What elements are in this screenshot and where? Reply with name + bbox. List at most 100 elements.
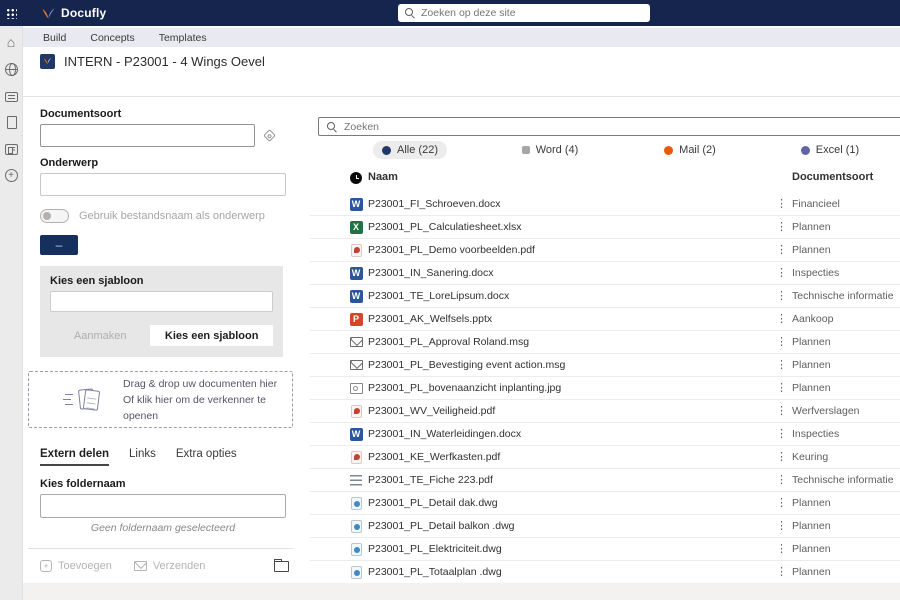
table-row[interactable]: P23001_KE_Werfkasten.pdf ⋮ Keuring [310, 446, 900, 469]
table-row[interactable]: P23001_WV_Veiligheid.pdf ⋮ Werfverslagen [310, 400, 900, 423]
file-name[interactable]: P23001_KE_Werfkasten.pdf [368, 451, 500, 463]
document-icon[interactable] [6, 116, 17, 129]
table-row[interactable]: P23001_PL_Calculatiesheet.xlsx ⋮ Plannen [310, 216, 900, 239]
card-icon[interactable] [4, 92, 18, 102]
table-row[interactable]: P23001_IN_Sanering.docx ⋮ Inspecties [310, 262, 900, 285]
more-options-icon[interactable]: ⋮ [776, 565, 787, 578]
column-header-naam[interactable]: Naam [368, 171, 398, 183]
sjabloon-section: Kies een sjabloon Aanmaken Kies een sjab… [40, 266, 283, 357]
file-name[interactable]: P23001_PL_Elektriciteit.dwg [368, 543, 502, 555]
aanmaken-button[interactable]: Aanmaken [50, 325, 150, 346]
file-name[interactable]: P23001_PL_Bevestiging event action.msg [368, 359, 565, 371]
table-row[interactable]: P23001_TE_LoreLipsum.docx ⋮ Technische i… [310, 285, 900, 308]
more-options-icon[interactable]: ⋮ [776, 197, 787, 210]
folder-icon[interactable] [274, 559, 289, 572]
table-row[interactable]: P23001_PL_Bevestiging event action.msg ⋮… [310, 354, 900, 377]
nav-item-concepts[interactable]: Concepts [90, 32, 134, 44]
nav-bar: Build Concepts Templates [23, 28, 900, 47]
table-row[interactable]: P23001_PL_Detail balkon .dwg ⋮ Plannen [310, 515, 900, 538]
file-name[interactable]: P23001_PL_Detail dak.dwg [368, 497, 498, 509]
filter-pill[interactable]: Excel (1) [792, 141, 868, 159]
word-file-icon [349, 266, 363, 280]
file-name[interactable]: P23001_TE_LoreLipsum.docx [368, 290, 509, 302]
more-options-icon[interactable]: ⋮ [776, 335, 787, 348]
tab-extra-opties[interactable]: Extra opties [176, 448, 237, 466]
app-brand[interactable]: Docufly [41, 6, 106, 20]
table-row[interactable]: P23001_TE_Fiche 223.pdf ⋮ Technische inf… [310, 469, 900, 492]
more-options-icon[interactable]: ⋮ [776, 473, 787, 486]
more-options-icon[interactable]: ⋮ [776, 450, 787, 463]
documents-search-input[interactable] [344, 120, 893, 133]
dash-button[interactable]: – [40, 235, 78, 255]
toevoegen-button[interactable]: Toevoegen [40, 559, 112, 572]
onderwerp-input[interactable] [40, 173, 286, 196]
documentsoort-input[interactable] [40, 124, 255, 147]
document-rows: P23001_FI_Schroeven.docx ⋮ Financieel P2… [310, 193, 900, 583]
tab-links[interactable]: Links [129, 448, 156, 466]
more-options-icon[interactable]: ⋮ [776, 496, 787, 509]
app-launcher-button[interactable] [0, 0, 23, 26]
filter-label: Word (4) [535, 144, 579, 156]
documentsoort-label: Documentsoort [40, 108, 122, 120]
filter-pill[interactable]: Mail (2) [655, 141, 725, 159]
filter-pill[interactable]: Alle (22) [373, 141, 447, 159]
more-options-icon[interactable]: ⋮ [776, 404, 787, 417]
table-row[interactable]: P23001_PL_bovenaanzicht inplanting.jpg ⋮… [310, 377, 900, 400]
table-row[interactable]: P23001_PL_Demo voorbeelden.pdf ⋮ Plannen [310, 239, 900, 262]
kies-sjabloon-button[interactable]: Kies een sjabloon [150, 325, 273, 346]
file-name[interactable]: P23001_PL_Detail balkon .dwg [368, 520, 515, 532]
table-row[interactable]: P23001_AK_Welfsels.pptx ⋮ Aankoop [310, 308, 900, 331]
bestandsnaam-toggle[interactable] [40, 209, 69, 223]
table-row[interactable]: P23001_PL_Approval Roland.msg ⋮ Plannen [310, 331, 900, 354]
more-options-icon[interactable]: ⋮ [776, 542, 787, 555]
tab-extern-delen[interactable]: Extern delen [40, 448, 110, 466]
dropzone[interactable]: Drag & drop uw documenten hier Of klik h… [28, 371, 293, 428]
table-row[interactable]: P23001_FI_Schroeven.docx ⋮ Financieel [310, 193, 900, 216]
table-row[interactable]: P23001_PL_Totaalplan .dwg ⋮ Plannen [310, 561, 900, 583]
search-icon [405, 8, 415, 18]
file-name[interactable]: P23001_AK_Welfsels.pptx [368, 313, 492, 325]
file-type: Plannen [792, 566, 831, 578]
globe-icon[interactable] [4, 63, 18, 76]
more-options-icon[interactable]: ⋮ [776, 243, 787, 256]
more-options-icon[interactable]: ⋮ [776, 312, 787, 325]
more-options-icon[interactable]: ⋮ [776, 519, 787, 532]
site-search-input[interactable] [421, 7, 643, 19]
more-options-icon[interactable]: ⋮ [776, 381, 787, 394]
file-name[interactable]: P23001_PL_Totaalplan .dwg [368, 566, 502, 578]
file-name[interactable]: P23001_PL_Approval Roland.msg [368, 336, 529, 348]
table-row[interactable]: P23001_PL_Detail dak.dwg ⋮ Plannen [310, 492, 900, 515]
file-name[interactable]: P23001_FI_Schroeven.docx [368, 198, 501, 210]
column-header-documentsoort[interactable]: Documentsoort [792, 171, 873, 183]
file-name[interactable]: P23001_IN_Sanering.docx [368, 267, 494, 279]
more-options-icon[interactable]: ⋮ [776, 220, 787, 233]
clock-icon[interactable] [350, 172, 362, 184]
foldernaam-input[interactable] [40, 494, 286, 518]
file-name[interactable]: P23001_TE_Fiche 223.pdf [368, 474, 493, 486]
file-name[interactable]: P23001_WV_Veiligheid.pdf [368, 405, 495, 417]
verzenden-button[interactable]: Verzenden [133, 560, 205, 572]
home-icon[interactable]: ⌂ [5, 35, 18, 49]
file-type: Plannen [792, 336, 831, 348]
site-title[interactable]: INTERN - P23001 - 4 Wings Oevel [64, 54, 265, 69]
news-icon[interactable] [4, 144, 18, 155]
more-options-icon[interactable]: ⋮ [776, 358, 787, 371]
sjabloon-input[interactable] [50, 291, 273, 312]
documents-search-box[interactable] [318, 117, 900, 136]
dwg-file-icon [350, 542, 362, 556]
table-row[interactable]: P23001_IN_Waterleidingen.docx ⋮ Inspecti… [310, 423, 900, 446]
nav-item-templates[interactable]: Templates [159, 32, 207, 44]
filter-pill[interactable]: Word (4) [513, 141, 588, 159]
add-circle-icon[interactable] [4, 169, 18, 182]
more-options-icon[interactable]: ⋮ [776, 427, 787, 440]
more-options-icon[interactable]: ⋮ [776, 289, 787, 302]
tag-icon[interactable] [263, 129, 276, 142]
more-options-icon[interactable]: ⋮ [776, 266, 787, 279]
file-name[interactable]: P23001_PL_Calculatiesheet.xlsx [368, 221, 522, 233]
file-name[interactable]: P23001_PL_bovenaanzicht inplanting.jpg [368, 382, 561, 394]
nav-item-build[interactable]: Build [43, 32, 66, 44]
table-row[interactable]: P23001_PL_Elektriciteit.dwg ⋮ Plannen [310, 538, 900, 561]
file-name[interactable]: P23001_PL_Demo voorbeelden.pdf [368, 244, 535, 256]
file-name[interactable]: P23001_IN_Waterleidingen.docx [368, 428, 521, 440]
site-search-box[interactable] [398, 4, 650, 22]
